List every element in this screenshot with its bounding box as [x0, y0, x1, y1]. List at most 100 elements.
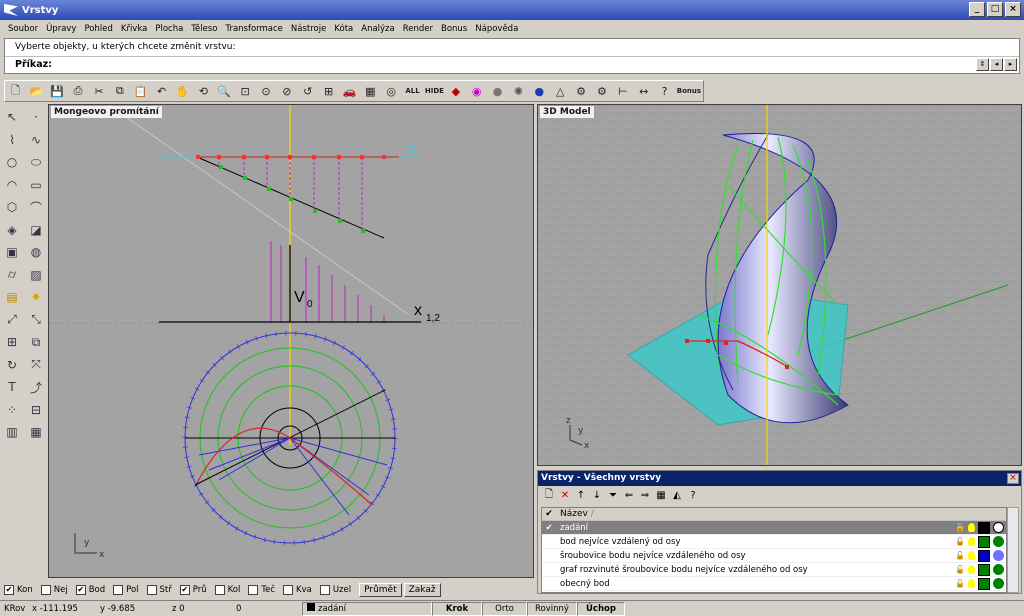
light-icon[interactable]: △ [550, 81, 571, 101]
lock-icon[interactable]: 🔓 [955, 537, 965, 546]
checkbox[interactable]: ✔ [179, 585, 190, 595]
layer-icon[interactable]: ◆ [445, 81, 466, 101]
array-icon[interactable]: ⊞ [0, 331, 24, 354]
undo-view-icon[interactable]: ↺ [297, 81, 318, 101]
select-objects-icon[interactable]: ⇐ [621, 488, 637, 503]
checkbox[interactable] [248, 585, 259, 595]
filter-icon[interactable]: ⏷ [605, 488, 621, 503]
material-dot-icon[interactable] [993, 536, 1004, 547]
transform-icon[interactable]: ⤡ [24, 309, 48, 332]
polygon-icon[interactable]: ⬡ [0, 196, 24, 219]
text-icon[interactable]: T [0, 376, 24, 399]
checkbox[interactable]: ✔ [75, 585, 86, 595]
layers-scrollbar[interactable] [1007, 507, 1019, 593]
four-viewports-icon[interactable]: ⊞ [318, 81, 339, 101]
layer-color-swatch[interactable] [978, 563, 990, 576]
osnap-bod[interactable]: ✔ Bod [75, 585, 105, 595]
bulb-icon[interactable] [968, 551, 975, 560]
layout-icon[interactable]: ⊟ [24, 399, 48, 422]
explode-icon[interactable]: ✷ [24, 286, 48, 309]
arc-icon[interactable]: ◠ [0, 174, 24, 197]
osnap-teč[interactable]: Teč [248, 585, 275, 595]
layer-color-swatch[interactable] [978, 577, 990, 590]
lock-icon[interactable]: 🔓 [955, 523, 965, 532]
options-gear-icon[interactable]: ⚙ [592, 81, 613, 101]
menu-bonus[interactable]: Bonus [437, 24, 471, 34]
menu-analyza[interactable]: Analýza [357, 24, 398, 34]
cylinder-icon[interactable]: ⌭ [0, 264, 24, 287]
bulb-icon[interactable] [968, 537, 975, 546]
color-wheel-icon[interactable]: ◉ [466, 81, 487, 101]
column-name[interactable]: Název / [556, 508, 1006, 520]
boolean-union-icon[interactable]: ◍ [24, 241, 48, 264]
bulb-icon[interactable] [968, 565, 975, 574]
zoom-extents-icon[interactable]: ⊙ [256, 81, 277, 101]
material-sphere-icon[interactable]: ● [529, 81, 550, 101]
cut-icon[interactable]: ✂ [89, 81, 110, 101]
circle-icon[interactable]: ○ [0, 151, 24, 174]
layer-color-swatch[interactable] [978, 521, 990, 534]
viewport-title-3d[interactable]: 3D Model [540, 106, 594, 118]
menu-teleso[interactable]: Těleso [187, 24, 221, 34]
new-file-icon[interactable]: 🗋 [5, 81, 26, 101]
viewport-monge[interactable]: Mongeovo promítání ↻ V 0 x 1,2 y x [48, 104, 534, 578]
material-dot-icon[interactable] [993, 550, 1004, 561]
menu-transformace[interactable]: Transformace [222, 24, 287, 34]
layer-color-swatch[interactable] [978, 549, 990, 562]
bulb-icon[interactable] [968, 579, 975, 588]
dimension-tool-icon[interactable]: ⤴ [24, 376, 48, 399]
rendered-sphere-icon[interactable]: ✺ [508, 81, 529, 101]
car-icon[interactable]: 🚗 [339, 81, 360, 101]
change-layer-icon[interactable]: ⇒ [637, 488, 653, 503]
viewport-icon[interactable]: ▦ [24, 421, 48, 444]
fillet-icon[interactable]: ⌒ [24, 196, 48, 219]
osnap-stř[interactable]: Stř [146, 585, 172, 595]
layer-current-check[interactable]: ✔ [542, 523, 556, 533]
zoom-window-icon[interactable]: ⊡ [235, 81, 256, 101]
move-down-icon[interactable]: ↓ [589, 488, 605, 503]
material-dot-icon[interactable] [993, 564, 1004, 575]
surface-icon[interactable]: ◈ [0, 219, 24, 242]
layer-row[interactable]: graf rozvinuté šroubovice bodu nejvíce v… [542, 563, 1006, 577]
layer-options-icon[interactable]: ▦ [653, 488, 669, 503]
osnap-project-button[interactable]: Průmět [359, 583, 402, 597]
box-icon[interactable]: ▣ [0, 241, 24, 264]
pan-hand-icon[interactable]: ✋ [172, 81, 193, 101]
show-all-button[interactable]: ALL [402, 81, 424, 101]
osnap-disable-button[interactable]: Zakaž [403, 583, 441, 597]
move-icon[interactable]: ⤢ [0, 309, 24, 332]
material-dot-icon[interactable] [993, 522, 1004, 533]
zoom-selected-icon[interactable]: ⊘ [276, 81, 297, 101]
osnap-prů[interactable]: ✔ Prů [179, 585, 207, 595]
osnap-pol[interactable]: Pol [113, 585, 139, 595]
rectangle-icon[interactable]: ▭ [24, 174, 48, 197]
menu-upravy[interactable]: Úpravy [42, 24, 80, 34]
menu-krivka[interactable]: Křivka [117, 24, 151, 34]
checkbox[interactable] [214, 585, 225, 595]
bulb-icon[interactable] [968, 523, 975, 532]
grid-snap-button[interactable]: Krok [432, 601, 482, 616]
menu-render[interactable]: Render [399, 24, 437, 34]
checkbox[interactable] [283, 585, 293, 595]
layer-row[interactable]: bod nejvíce vzdálený od osy 🔓 [542, 535, 1006, 549]
viewport-title-monge[interactable]: Mongeovo promítání [51, 106, 162, 118]
dimension-icon[interactable]: ⊢ [612, 81, 633, 101]
menu-pohled[interactable]: Pohled [80, 24, 116, 34]
curve-icon[interactable]: ∿ [24, 129, 48, 152]
osnap-button[interactable]: Úchop [577, 601, 625, 616]
open-file-icon[interactable]: 📂 [26, 81, 47, 101]
planar-button[interactable]: Rovinný [527, 601, 577, 616]
solid-icon[interactable]: ▨ [24, 264, 48, 287]
menu-plocha[interactable]: Plocha [151, 24, 187, 34]
layer-row[interactable]: obecný bod 🔓 [542, 577, 1006, 591]
osnap-uzel[interactable]: Uzel [319, 585, 351, 595]
osnap-kol[interactable]: Kol [214, 585, 240, 595]
hide-button[interactable]: HIDE [424, 81, 446, 101]
ortho-button[interactable]: Orto [482, 601, 527, 616]
osnap-nej[interactable]: Nej [40, 585, 68, 595]
render-icon[interactable]: ▥ [0, 421, 24, 444]
paste-icon[interactable]: 📋 [130, 81, 151, 101]
copy-icon[interactable]: ⧉ [109, 81, 130, 101]
polyline-icon[interactable]: ⌇ [0, 129, 24, 152]
layer-row[interactable]: šroubovice bodu nejvíce vzdáleného od os… [542, 549, 1006, 563]
